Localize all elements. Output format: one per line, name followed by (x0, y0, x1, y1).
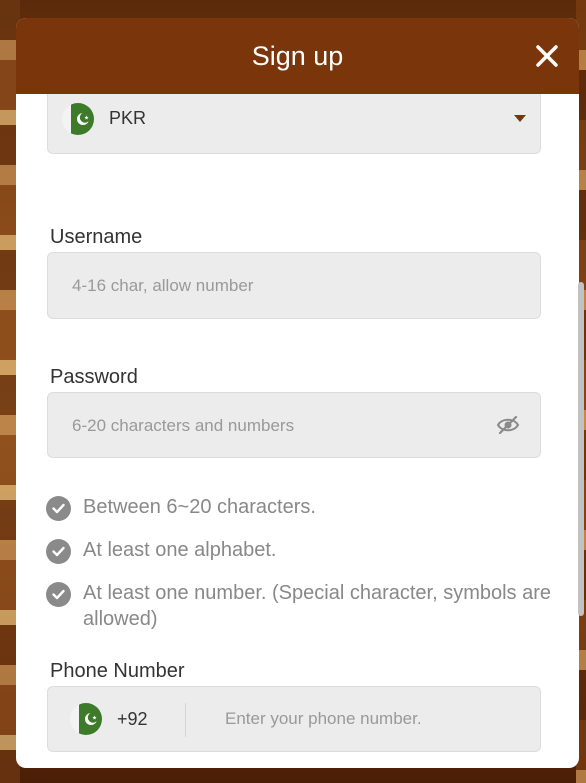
currency-code: PKR (109, 108, 147, 128)
password-input[interactable]: 6-20 characters and numbers (47, 392, 541, 458)
scrollbar[interactable] (578, 282, 584, 616)
password-label: Password (50, 366, 138, 388)
pakistan-flag-icon[interactable] (70, 703, 102, 735)
caret-down-icon (514, 115, 526, 122)
password-rule-number: At least one number. (Special character,… (46, 580, 553, 632)
divider (185, 703, 186, 737)
close-icon[interactable] (533, 42, 561, 70)
rule-text: At least one alphabet. (83, 539, 277, 561)
password-rule-alphabet: At least one alphabet. (46, 537, 553, 564)
password-placeholder: 6-20 characters and numbers (72, 416, 295, 435)
check-circle-icon (46, 539, 71, 564)
modal-content: PKR Username 4-16 char, allow number Pas… (16, 94, 579, 768)
currency-select[interactable]: PKR (47, 94, 541, 154)
signup-modal: Sign up PKR Username 4-16 char, allow nu… (16, 18, 579, 768)
modal-title: Sign up (251, 40, 344, 71)
modal-header: Sign up (16, 18, 579, 94)
rule-text: At least one number. (Special character,… (83, 582, 552, 630)
country-code[interactable]: +92 (117, 709, 148, 730)
username-placeholder: 4-16 char, allow number (72, 276, 254, 295)
username-input[interactable]: 4-16 char, allow number (47, 252, 541, 319)
pakistan-flag-icon (62, 103, 94, 135)
check-circle-icon (46, 496, 71, 521)
rule-text: Between 6~20 characters. (83, 496, 316, 518)
phone-label: Phone Number (50, 660, 185, 682)
check-circle-icon (46, 582, 71, 607)
password-rule-length: Between 6~20 characters. (46, 494, 553, 521)
phone-placeholder: Enter your phone number. (225, 709, 422, 728)
eye-off-icon[interactable] (496, 414, 520, 436)
phone-input[interactable]: +92 Enter your phone number. (47, 686, 541, 752)
username-label: Username (50, 226, 143, 248)
